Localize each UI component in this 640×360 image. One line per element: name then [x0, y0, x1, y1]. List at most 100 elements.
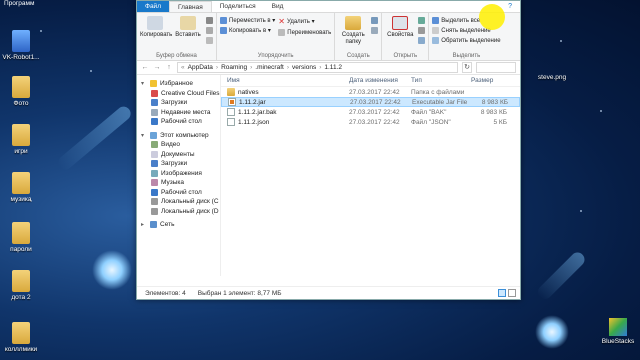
nav-item-recent[interactable]: Недавние места: [137, 108, 220, 118]
move-icon: [220, 17, 227, 24]
chevron-down-icon: ▾: [141, 132, 145, 139]
file-row-selected[interactable]: 1.11.2.jar 27.03.2017 22:42 Executable J…: [221, 97, 520, 107]
forward-icon[interactable]: →: [153, 64, 161, 71]
computer-icon: [150, 131, 157, 139]
downloads-icon: [151, 99, 158, 107]
folder-icon: [227, 88, 235, 96]
file-row[interactable]: 1.11.2.jar.bak 27.03.2017 22:42 Файл "BA…: [221, 107, 520, 117]
column-name[interactable]: Имя: [221, 77, 349, 84]
column-type[interactable]: Тип: [411, 77, 471, 84]
nav-item-documents[interactable]: Документы: [137, 150, 220, 160]
nav-favorites[interactable]: ▾ Избранное: [137, 79, 220, 89]
status-bar: Элементов: 4 Выбран 1 элемент: 8,77 МБ: [137, 286, 520, 299]
create-label: Создать: [346, 53, 370, 59]
breadcrumb[interactable]: versions: [292, 64, 316, 71]
paste-shortcut-icon[interactable]: [206, 37, 213, 44]
organize-label: Упорядочить: [257, 53, 294, 59]
rename-icon: [278, 29, 286, 36]
paste-icon: [180, 16, 196, 30]
nav-item-creative-cloud[interactable]: Creative Cloud Files: [137, 89, 220, 99]
app-icon: [12, 30, 30, 52]
easy-access-icon[interactable]: [371, 27, 379, 34]
desktop-icon[interactable]: VK-Robot1...: [0, 30, 42, 61]
tab-file[interactable]: Файл: [137, 1, 169, 12]
tiles-view-icon[interactable]: [508, 289, 516, 297]
nav-this-pc[interactable]: ▾ Этот компьютер: [137, 131, 220, 141]
tab-view[interactable]: Вид: [264, 1, 292, 12]
folder-icon: [12, 322, 30, 344]
nav-item-drive-c[interactable]: Локальный диск (C: [137, 197, 220, 207]
column-date[interactable]: Дата изменения: [349, 77, 411, 84]
refresh-icon[interactable]: ↻: [462, 62, 472, 73]
breadcrumb[interactable]: Roaming: [221, 64, 247, 71]
properties-button[interactable]: Свойства: [385, 15, 415, 51]
delete-button[interactable]: ✕ Удалить ▾: [278, 17, 331, 26]
address-bar[interactable]: « AppData › Roaming › .minecraft › versions…: [177, 62, 458, 73]
desktop-icon[interactable]: игри: [0, 124, 42, 155]
bluestacks-icon: [609, 318, 627, 336]
tab-home[interactable]: Главная: [168, 1, 212, 12]
desktop-icon: [151, 188, 158, 196]
ribbon-tabs: Файл Главная Поделиться Вид: [137, 1, 520, 13]
chevron-down-icon: ▾: [141, 81, 145, 88]
navigation-pane: ▾ Избранное Creative Cloud Files Загрузки…: [137, 75, 221, 276]
invert-selection-button[interactable]: Обратить выделение: [432, 37, 501, 44]
item-count: Элементов: 4: [145, 289, 186, 297]
details-view-icon[interactable]: [498, 289, 506, 297]
paste-button[interactable]: Вставить: [173, 15, 203, 51]
desktop-icon[interactable]: дота 2: [0, 270, 42, 301]
nav-item-music[interactable]: Музыка: [137, 178, 220, 188]
delete-icon: ✕: [278, 17, 285, 26]
breadcrumb[interactable]: .minecraft: [255, 64, 284, 71]
copy-button[interactable]: Копировать: [140, 15, 172, 51]
desktop-icon-steve[interactable]: steve.png: [530, 74, 574, 81]
breadcrumb[interactable]: 1.11.2: [324, 64, 342, 71]
nav-item-video[interactable]: Видео: [137, 140, 220, 150]
open-group: Свойства Открыть: [382, 13, 430, 60]
nav-item-downloads-pc[interactable]: Загрузки: [137, 159, 220, 169]
file-icon: [227, 108, 235, 116]
nav-item-downloads[interactable]: Загрузки: [137, 98, 220, 108]
file-row[interactable]: 1.11.2.json 27.03.2017 22:42 Файл "JSON"…: [221, 117, 520, 127]
back-icon[interactable]: ←: [141, 64, 149, 71]
copy-to-button[interactable]: Копировать в ▾: [220, 27, 275, 34]
rename-button[interactable]: Переименовать: [278, 29, 331, 36]
folder-icon: [12, 76, 30, 98]
desktop-icon[interactable]: музика: [0, 172, 42, 203]
content-area: ▾ Избранное Creative Cloud Files Загрузки…: [137, 75, 520, 276]
move-to-button[interactable]: Переместить в ▾: [220, 17, 275, 24]
help-icon[interactable]: ?: [508, 3, 512, 10]
open-icon[interactable]: [418, 17, 426, 24]
new-folder-button[interactable]: Создать папку: [338, 15, 368, 51]
pictures-icon: [151, 169, 158, 177]
desktop-icon[interactable]: колллмики: [0, 322, 42, 353]
copy-path-icon[interactable]: [206, 27, 213, 34]
desktop-icon[interactable]: пароли: [0, 222, 42, 253]
music-icon: [151, 179, 158, 187]
file-row[interactable]: natives 27.03.2017 22:42 Папка с файлами: [221, 87, 520, 97]
organize-group: Переместить в ▾ Копировать в ▾ ✕ Удалить …: [217, 13, 336, 60]
new-item-icon[interactable]: [371, 17, 379, 24]
edit-icon[interactable]: [418, 27, 426, 34]
file-icon: [227, 118, 235, 126]
nav-item-desktop-pc[interactable]: Рабочий стол: [137, 188, 220, 198]
recent-icon: [151, 108, 158, 116]
breadcrumb[interactable]: AppData: [188, 64, 213, 71]
address-bar-row: ← → ↑ « AppData › Roaming › .minecraft › ve…: [137, 61, 520, 75]
properties-icon: [392, 16, 409, 30]
column-size[interactable]: Размер: [471, 77, 507, 84]
up-icon[interactable]: ↑: [165, 64, 173, 71]
nav-network[interactable]: ▸ Сеть: [137, 220, 220, 230]
folder-icon: [12, 124, 30, 146]
tab-share[interactable]: Поделиться: [212, 1, 264, 12]
search-input[interactable]: [476, 62, 516, 73]
desktop-icon-bluestacks[interactable]: BlueStacks: [596, 318, 640, 345]
cut-icon[interactable]: [206, 17, 213, 24]
clipboard-group: Копировать Вставить Буфер обмена: [137, 13, 217, 60]
desktop-icon: [151, 118, 158, 126]
nav-item-drive-d[interactable]: Локальный диск (D: [137, 207, 220, 217]
desktop-icon[interactable]: Фото: [0, 76, 42, 107]
nav-item-desktop[interactable]: Рабочий стол: [137, 117, 220, 127]
nav-item-pictures[interactable]: Изображения: [137, 169, 220, 179]
history-icon[interactable]: [418, 37, 426, 44]
